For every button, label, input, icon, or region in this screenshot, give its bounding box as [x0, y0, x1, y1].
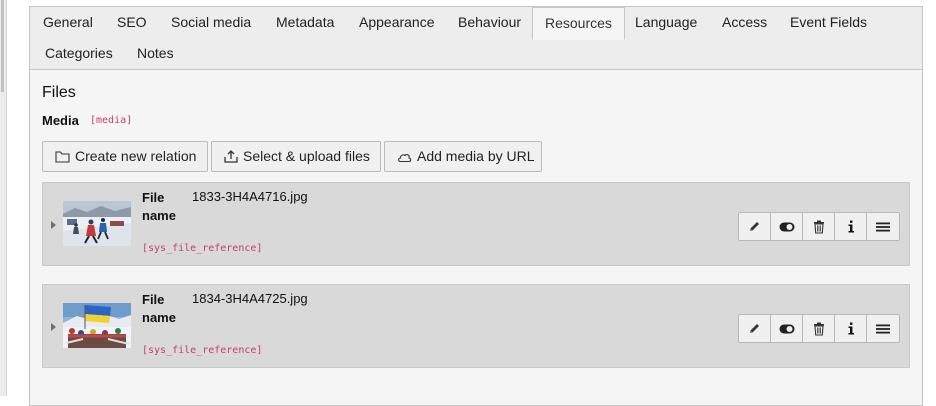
pencil-icon: [750, 222, 759, 231]
tab-resources[interactable]: Resources: [532, 7, 625, 40]
pencil-icon: [750, 324, 759, 333]
page-scrollbar[interactable]: [0, 0, 7, 396]
file-name-label: File name: [142, 292, 176, 325]
create-new-relation-button[interactable]: Create new relation: [42, 141, 208, 172]
record-edit-panel: General SEO Social media Metadata Appear…: [29, 6, 923, 406]
tab-categories[interactable]: Categories: [43, 38, 115, 68]
create-new-relation-label: Create new relation: [75, 148, 197, 164]
select-upload-files-label: Select & upload files: [243, 148, 370, 164]
tab-behaviour[interactable]: Behaviour: [456, 7, 523, 37]
tab-bar: General SEO Social media Metadata Appear…: [30, 7, 922, 70]
edit-button[interactable]: [739, 315, 771, 342]
info-button[interactable]: [835, 315, 867, 342]
edit-button[interactable]: [739, 213, 771, 240]
record-actions: [738, 314, 900, 343]
expand-caret-icon[interactable]: [51, 323, 56, 331]
tab-appearance[interactable]: Appearance: [357, 7, 437, 37]
file-reference-record[interactable]: File name 1833-3H4A4716.jpg [sys_file_re…: [42, 182, 910, 266]
drag-handle[interactable]: [867, 213, 899, 240]
drag-handle-icon: [876, 222, 890, 231]
tab-notes[interactable]: Notes: [135, 38, 176, 68]
folder-icon: [55, 151, 70, 163]
section-title: Files: [42, 84, 76, 101]
cloud-icon: [398, 154, 412, 163]
drag-handle[interactable]: [867, 315, 899, 342]
select-upload-files-button[interactable]: Select & upload files: [211, 141, 381, 172]
info-button[interactable]: [835, 213, 867, 240]
trash-icon: [813, 322, 824, 336]
table-name: [sys_file_reference]: [142, 243, 263, 254]
upload-icon: [224, 150, 238, 163]
delete-button[interactable]: [803, 213, 835, 240]
expand-caret-icon[interactable]: [51, 221, 56, 229]
toggle-icon: [779, 324, 794, 333]
field-label: Media: [42, 113, 79, 128]
tab-social-media[interactable]: Social media: [169, 7, 253, 37]
trash-icon: [813, 220, 824, 234]
add-media-by-url-label: Add media by URL: [417, 148, 535, 164]
file-name-label: File name: [142, 190, 176, 223]
table-name: [sys_file_reference]: [142, 345, 263, 356]
tab-access[interactable]: Access: [720, 7, 769, 37]
field-name: [media]: [90, 115, 133, 126]
info-icon: [848, 322, 854, 335]
info-icon: [848, 220, 854, 233]
toggle-visibility-button[interactable]: [771, 315, 803, 342]
toggle-visibility-button[interactable]: [771, 213, 803, 240]
scrollbar-thumb[interactable]: [1, 0, 4, 92]
tab-seo[interactable]: SEO: [115, 7, 149, 37]
tab-metadata[interactable]: Metadata: [274, 7, 336, 37]
record-actions: [738, 212, 900, 241]
drag-handle-icon: [876, 324, 890, 333]
add-media-by-url-button[interactable]: Add media by URL: [384, 141, 542, 172]
tab-language[interactable]: Language: [633, 7, 699, 37]
tab-general[interactable]: General: [41, 7, 95, 37]
thumbnail-image[interactable]: [63, 201, 131, 246]
thumbnail-image[interactable]: [63, 303, 131, 348]
file-name-value: 1834-3H4A4725.jpg: [192, 291, 308, 306]
toggle-icon: [779, 222, 794, 231]
tab-event-fields[interactable]: Event Fields: [788, 7, 869, 37]
file-name-value: 1833-3H4A4716.jpg: [192, 189, 308, 204]
delete-button[interactable]: [803, 315, 835, 342]
file-reference-record[interactable]: File name 1834-3H4A4725.jpg [sys_file_re…: [42, 284, 910, 368]
